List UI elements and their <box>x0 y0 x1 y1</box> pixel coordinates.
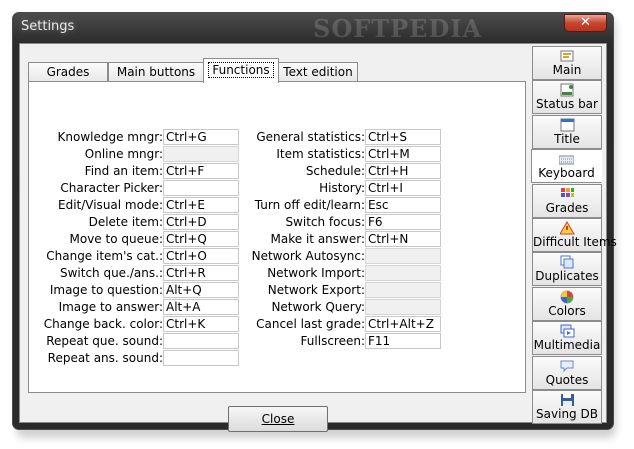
shortcut-label: Turn off edit/learn: <box>254 198 365 212</box>
shortcut-row: Network Autosync: <box>29 248 441 264</box>
tab-functions[interactable]: Functions <box>203 58 279 83</box>
sidebar-item-label: Title <box>554 131 580 146</box>
sidebar-item-label: Saving DB <box>536 407 598 421</box>
shortcut-label: Cancel last grade: <box>256 317 365 331</box>
sidebar-item-keyboard[interactable]: Keyboard <box>531 149 602 184</box>
shortcut-label: Repeat ans. sound: <box>47 351 163 365</box>
settings-window: Settings SOFTPEDIA ✕ Grades Main buttons… <box>12 12 617 432</box>
shortcut-label: General statistics: <box>256 130 365 144</box>
shortcut-row: Fullscreen: F11 <box>29 333 441 349</box>
duplicates-icon <box>560 255 575 269</box>
sidebar-item-label: Quotes <box>545 372 589 387</box>
dialog-client: Grades Main buttons Functions Text editi… <box>19 43 617 432</box>
sidebar-item-status-bar[interactable]: Status bar <box>532 80 602 115</box>
shortcut-field[interactable]: Ctrl+H <box>365 163 441 179</box>
sidebar-item-label: Keyboard <box>538 166 595 181</box>
shortcut-field[interactable]: Ctrl+M <box>365 146 441 162</box>
sidebar-item-main[interactable]: Main <box>532 46 602 80</box>
sidebar-item-label: Colors <box>548 303 586 318</box>
shortcut-field[interactable]: F11 <box>365 333 441 349</box>
status-bar-icon <box>560 83 575 97</box>
shortcut-row: Turn off edit/learn: Esc <box>29 197 441 213</box>
sidebar-item-label: Difficult Items <box>533 235 617 249</box>
sidebar-item-label: Multimedia <box>533 338 601 353</box>
window-title: Settings <box>21 19 75 34</box>
save-icon <box>560 393 575 407</box>
shortcut-row: Network Query: <box>29 299 441 315</box>
window-close-button[interactable]: ✕ <box>564 14 607 32</box>
title-icon <box>560 118 575 132</box>
tab-label: Main buttons <box>116 65 196 79</box>
shortcut-field[interactable] <box>365 265 441 281</box>
shortcut-field[interactable] <box>365 248 441 264</box>
tab-main-buttons[interactable]: Main buttons <box>108 62 204 82</box>
quotes-icon <box>560 359 575 373</box>
title-bar[interactable]: Settings SOFTPEDIA ✕ <box>13 13 613 43</box>
shortcut-row: Schedule: Ctrl+H <box>29 163 441 179</box>
shortcut-field[interactable] <box>365 282 441 298</box>
sidebar-item-grades[interactable]: Grades <box>532 183 602 218</box>
shortcut-row: Repeat ans. sound: <box>29 350 239 366</box>
keyboard-icon <box>558 152 575 166</box>
sidebar-item-label: Status bar <box>536 97 598 112</box>
tab-text-edition[interactable]: Text edition <box>278 62 358 82</box>
shortcut-row: General statistics: Ctrl+S <box>29 129 441 145</box>
sidebar-item-saving-db[interactable]: Saving DB <box>532 390 602 424</box>
shortcut-label: Schedule: <box>305 164 365 178</box>
main-icon <box>560 49 575 63</box>
sidebar-item-label: Main <box>552 63 582 77</box>
shortcut-field[interactable]: Esc <box>365 197 441 213</box>
close-icon: ✕ <box>580 15 591 30</box>
sidebar-item-duplicates[interactable]: Duplicates <box>532 252 602 287</box>
shortcut-field[interactable]: F6 <box>365 214 441 230</box>
shortcut-row: Cancel last grade: Ctrl+Alt+Z <box>29 316 441 332</box>
shortcut-row: Item statistics: Ctrl+M <box>29 146 441 162</box>
tab-grades[interactable]: Grades <box>28 62 108 82</box>
shortcut-field[interactable]: Ctrl+Alt+Z <box>365 316 441 332</box>
shortcut-field[interactable]: Ctrl+N <box>365 231 441 247</box>
shortcut-label: Network Export: <box>267 283 365 297</box>
shortcut-row: Switch focus: F6 <box>29 214 441 230</box>
sidebar-item-label: Grades <box>545 200 589 215</box>
sidebar-item-quotes[interactable]: Quotes <box>532 355 602 390</box>
shortcut-label: History: <box>319 181 365 195</box>
shortcut-field[interactable]: Ctrl+I <box>365 180 441 196</box>
colors-icon <box>560 290 575 304</box>
shortcut-label: Item statistics: <box>276 147 365 161</box>
sidebar-item-label: Duplicates <box>535 269 599 284</box>
tab-label: Text edition <box>283 65 353 79</box>
close-dialog-button[interactable]: Close <box>228 406 328 432</box>
difficult-items-icon <box>559 221 575 235</box>
sidebar-item-difficult-items[interactable]: Difficult Items <box>532 218 617 252</box>
watermark-logo: SOFTPEDIA <box>313 14 483 43</box>
shortcut-row: Make it answer: Ctrl+N <box>29 231 441 247</box>
functions-panel: Knowledge mngr: Ctrl+G Online mngr: Find an… <box>28 81 526 393</box>
shortcut-row: Network Export: <box>29 282 441 298</box>
shortcut-row: Network Import: <box>29 265 441 281</box>
shortcut-label: Network Import: <box>267 266 365 280</box>
sidebar-item-colors[interactable]: Colors <box>532 286 602 321</box>
shortcut-label: Switch focus: <box>285 215 365 229</box>
close-button-label: Close <box>261 412 295 426</box>
shortcut-field[interactable]: Ctrl+S <box>365 129 441 145</box>
tab-label: Functions <box>208 62 274 78</box>
shortcut-field[interactable] <box>163 350 239 366</box>
sidebar-item-multimedia[interactable]: Multimedia <box>532 321 602 356</box>
shortcut-label: Network Autosync: <box>251 249 365 263</box>
shortcut-row: History: Ctrl+I <box>29 180 441 196</box>
multimedia-icon <box>560 324 575 338</box>
shortcut-label: Make it answer: <box>270 232 365 246</box>
shortcut-label: Network Query: <box>271 300 365 314</box>
sidebar-item-title[interactable]: Title <box>532 114 602 149</box>
shortcut-label: Fullscreen: <box>300 334 365 348</box>
tab-label: Grades <box>46 65 90 79</box>
shortcut-field[interactable] <box>365 299 441 315</box>
grades-icon <box>560 187 575 201</box>
